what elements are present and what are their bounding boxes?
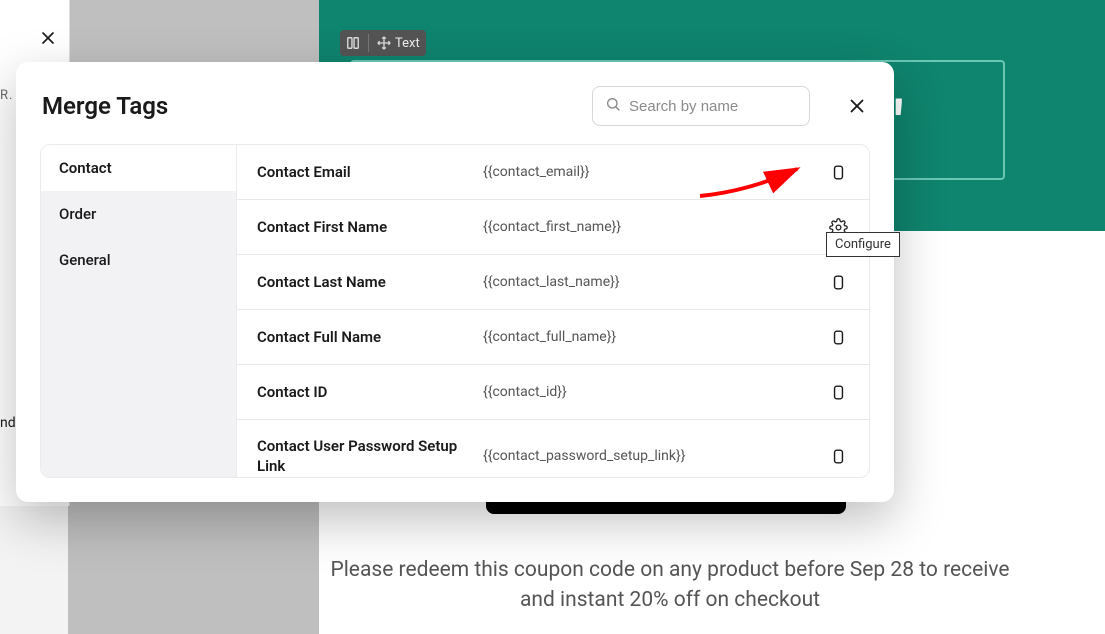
close-icon[interactable] [38,28,58,48]
tag-code: {{contact_password_setup_link}} [483,448,811,464]
tag-code: {{contact_last_name}} [483,274,811,290]
category-sidebar: Contact Order General [41,145,237,477]
tag-name: Contact Full Name [257,327,467,347]
sidebar-item-label: Order [59,205,96,223]
merge-tags-modal: Merge Tags Contact Order [16,62,894,502]
sidebar-item-label: Contact [59,159,112,177]
tag-row: Contact First Name {{contact_first_name}… [237,200,869,255]
tag-row: Contact User Password Setup Link {{conta… [237,420,869,477]
copy-icon[interactable] [827,326,849,348]
copy-icon[interactable] [827,161,849,183]
tag-name: Contact First Name [257,217,467,237]
sidebar-item-label: General [59,251,111,269]
text-block-toolbar: Text [340,30,426,56]
tag-row: Contact Full Name {{contact_full_name}} [237,310,869,365]
copy-icon[interactable] [827,381,849,403]
tag-row: Contact Last Name {{contact_last_name}} [237,255,869,310]
sidebar-item-order[interactable]: Order [41,191,236,237]
move-handle[interactable]: Text [377,36,420,51]
merge-tag-list[interactable]: Contact Email {{contact_email}} Contact … [237,145,869,477]
tag-name: Contact User Password Setup Link [257,436,467,477]
configure-tooltip: Configure [826,232,900,257]
columns-icon[interactable] [346,36,360,50]
copy-icon[interactable] [827,271,849,293]
tag-row: Contact Email {{contact_email}} [237,145,869,200]
tag-name: Contact Email [257,162,467,182]
modal-header: Merge Tags [16,62,894,144]
tag-name: Contact ID [257,382,467,402]
truncated-label-top: R. [0,88,13,103]
tag-name: Contact Last Name [257,272,467,292]
background-caption: Please redeem this coupon code on any pr… [320,555,1020,616]
modal-close-button[interactable] [846,95,868,117]
sidebar-item-general[interactable]: General [41,237,236,283]
search-icon [605,96,621,116]
modal-body: Contact Order General Contact Email {{co… [40,144,870,478]
tag-code: {{contact_id}} [483,384,811,400]
toolbar-separator [368,34,369,52]
move-icon [377,36,391,50]
modal-title: Merge Tags [42,92,572,120]
sidebar-item-contact[interactable]: Contact [41,145,236,191]
tag-code: {{contact_first_name}} [483,219,811,235]
search-box[interactable] [592,86,810,126]
tag-code: {{contact_full_name}} [483,329,811,345]
copy-icon[interactable] [827,445,849,467]
search-input[interactable] [629,98,797,115]
tag-row: Contact ID {{contact_id}} [237,365,869,420]
tag-code: {{contact_email}} [483,164,811,180]
toolbar-text-label: Text [395,36,420,51]
